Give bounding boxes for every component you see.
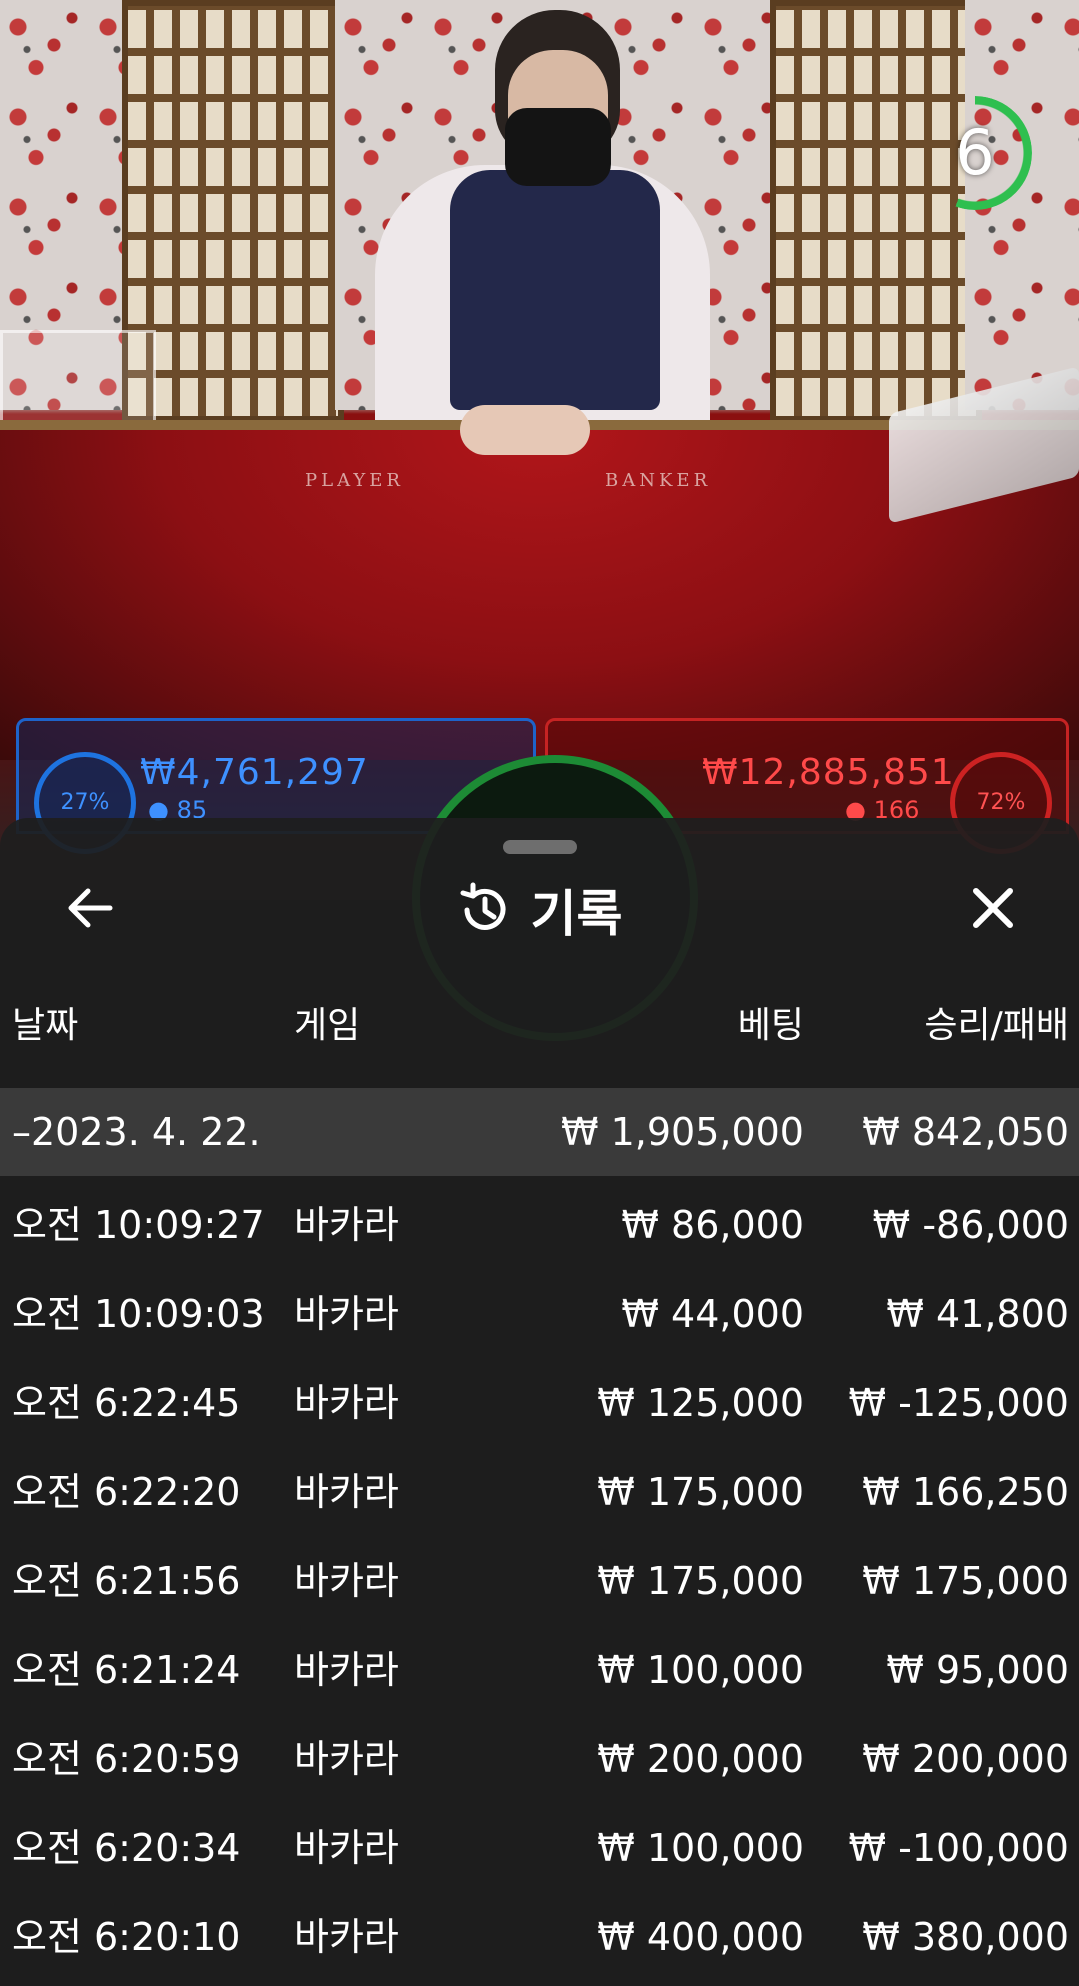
row-game: 바카라 (294, 1826, 399, 1870)
column-header-date[interactable]: 날짜 (12, 996, 78, 1048)
lattice-screen (770, 0, 982, 422)
row-result: ₩ 166,250 (862, 1470, 1069, 1514)
row-time: 오전 6:21:56 (12, 1559, 241, 1603)
row-result: ₩ -125,000 (848, 1381, 1069, 1425)
row-result: ₩ 95,000 (886, 1648, 1069, 1692)
table-row[interactable]: 오전 6:21:24 바카라 ₩ 100,000 ₩ 95,000 (0, 1626, 1079, 1715)
row-time: 오전 10:09:27 (12, 1203, 265, 1247)
column-header-game[interactable]: 게임 (294, 996, 360, 1048)
player-total-bet: ₩4,761,297 (140, 752, 369, 793)
table-row[interactable]: 오전 6:20:59 바카라 ₩ 200,000 ₩ 200,000 (0, 1715, 1079, 1804)
history-sheet: 기록 날짜 게임 베팅 승리/패배 –2023. 4. 22. ₩ 1,905,… (0, 818, 1079, 1986)
row-game: 바카라 (294, 1381, 399, 1425)
table-header: 날짜 게임 베팅 승리/패배 (0, 996, 1079, 1046)
row-game: 바카라 (294, 1915, 399, 1959)
row-time: 오전 6:20:34 (12, 1826, 241, 1870)
row-time: 오전 6:22:20 (12, 1470, 241, 1514)
history-icon (460, 882, 505, 930)
felt-banker-label: BANKER (605, 470, 712, 491)
row-bet: ₩ 100,000 (597, 1826, 804, 1870)
row-game: 바카라 (294, 1292, 399, 1336)
row-time: 오전 6:20:10 (12, 1915, 241, 1959)
row-result: ₩ 200,000 (862, 1737, 1069, 1781)
date-group-row[interactable]: –2023. 4. 22. ₩ 1,905,000 ₩ 842,050 (0, 1088, 1079, 1176)
row-bet: ₩ 86,000 (621, 1203, 804, 1247)
dealer-mask (505, 108, 611, 186)
row-bet: ₩ 44,000 (621, 1292, 804, 1336)
dealer-vest (450, 170, 660, 410)
row-result: ₩ 175,000 (862, 1559, 1069, 1603)
sheet-header: 기록 (0, 880, 1079, 943)
sheet-title: 기록 (530, 885, 623, 943)
column-header-result[interactable]: 승리/패배 (924, 996, 1069, 1048)
row-result: ₩ -86,000 (872, 1203, 1069, 1247)
close-icon (973, 888, 1013, 928)
discard-box (0, 330, 156, 426)
row-game: 바카라 (294, 1470, 399, 1514)
drag-handle[interactable] (503, 840, 577, 854)
row-result: ₩ 41,800 (886, 1292, 1069, 1336)
table-row[interactable]: 오전 6:22:45 바카라 ₩ 125,000 ₩ -125,000 (0, 1359, 1079, 1448)
table-row[interactable]: 오전 10:09:03 바카라 ₩ 44,000 ₩ 41,800 (0, 1270, 1079, 1359)
row-bet: ₩ 400,000 (597, 1915, 804, 1959)
row-game: 바카라 (294, 1559, 399, 1603)
table-row[interactable]: 오전 6:20:10 바카라 ₩ 400,000 ₩ 380,000 (0, 1893, 1079, 1982)
row-game: 바카라 (294, 1737, 399, 1781)
row-bet: ₩ 125,000 (597, 1381, 804, 1425)
date-group-bet-total: ₩ 1,905,000 (560, 1110, 804, 1154)
table-row[interactable]: 오전 6:22:20 바카라 ₩ 175,000 ₩ 166,250 (0, 1448, 1079, 1537)
date-group-result-total: ₩ 842,050 (862, 1110, 1069, 1154)
row-result: ₩ 380,000 (862, 1915, 1069, 1959)
row-time: 오전 6:21:24 (12, 1648, 241, 1692)
row-game: 바카라 (294, 1648, 399, 1692)
dealer-hands (460, 405, 590, 455)
row-time: 오전 6:22:45 (12, 1381, 241, 1425)
table-row[interactable]: 오전 10:09:27 바카라 ₩ 86,000 ₩ -86,000 (0, 1181, 1079, 1270)
banker-total-bet: ₩12,885,851 (702, 752, 955, 793)
table-row[interactable]: 오전 6:20:34 바카라 ₩ 100,000 ₩ -100,000 (0, 1804, 1079, 1893)
row-bet: ₩ 100,000 (597, 1648, 804, 1692)
row-bet: ₩ 175,000 (597, 1559, 804, 1603)
date-group-label: –2023. 4. 22. (12, 1110, 261, 1154)
row-time: 오전 6:20:59 (12, 1737, 241, 1781)
felt-player-label: PLAYER (305, 470, 404, 491)
column-header-bet[interactable]: 베팅 (738, 996, 804, 1048)
row-bet: ₩ 200,000 (597, 1737, 804, 1781)
table-row[interactable]: 오전 6:21:56 바카라 ₩ 175,000 ₩ 175,000 (0, 1537, 1079, 1626)
row-result: ₩ -100,000 (848, 1826, 1069, 1870)
close-button[interactable] (963, 878, 1023, 938)
countdown-value: 6 (955, 116, 995, 189)
row-game: 바카라 (294, 1203, 399, 1247)
row-bet: ₩ 175,000 (597, 1470, 804, 1514)
row-time: 오전 10:09:03 (12, 1292, 265, 1336)
